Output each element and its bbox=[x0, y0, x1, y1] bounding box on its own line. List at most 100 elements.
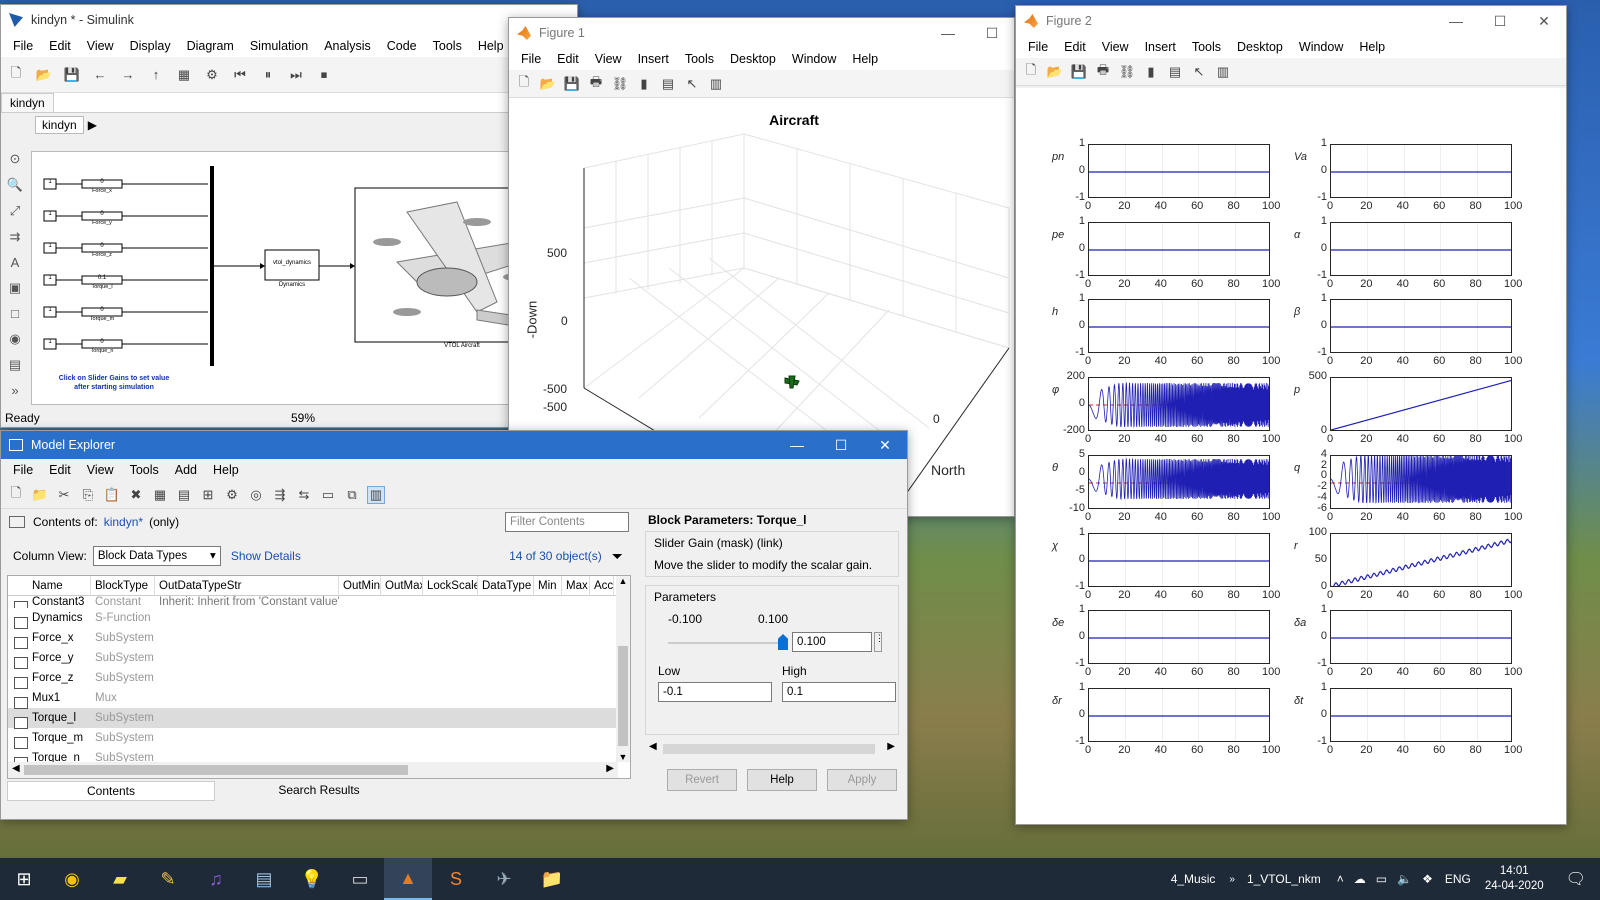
chevron-icon[interactable]: » bbox=[1229, 874, 1235, 885]
maximize-button[interactable]: ☐ bbox=[819, 431, 863, 460]
table-row[interactable]: Torque_l SubSystem bbox=[8, 708, 630, 729]
image-icon[interactable]: ▣ bbox=[9, 280, 21, 296]
dialog-hscroll-thumb[interactable] bbox=[663, 744, 875, 754]
menu-file[interactable]: File bbox=[5, 463, 41, 477]
menu-insert[interactable]: Insert bbox=[1137, 40, 1184, 54]
dropbox-icon[interactable]: ❖ bbox=[1422, 872, 1433, 886]
scroll-left-icon[interactable]: ◀ bbox=[649, 741, 657, 752]
col-max[interactable]: Max bbox=[562, 576, 590, 596]
subplot-axes[interactable] bbox=[1088, 144, 1270, 198]
close-button[interactable]: ✕ bbox=[1522, 6, 1566, 36]
open-icon[interactable]: 📂 bbox=[35, 66, 53, 84]
open-folder-icon[interactable]: 📁 bbox=[31, 486, 49, 504]
slider-gain-value[interactable]: 0 bbox=[82, 243, 122, 249]
tab-contents[interactable]: Contents bbox=[7, 781, 215, 801]
menu-diagram[interactable]: Diagram bbox=[179, 39, 242, 53]
filter-funnel-icon[interactable]: ⏷ bbox=[612, 548, 623, 565]
open-icon[interactable]: 📂 bbox=[1046, 63, 1064, 81]
language-indicator[interactable]: ENG bbox=[1445, 872, 1471, 886]
stop-icon[interactable]: ⏹ bbox=[315, 66, 333, 84]
pointer-icon[interactable]: ↖ bbox=[683, 75, 701, 93]
paste-icon[interactable]: 📋 bbox=[103, 486, 121, 504]
step-back-icon[interactable]: ⏮ bbox=[231, 66, 249, 84]
new-model-icon[interactable]: 🗋 bbox=[7, 65, 25, 84]
table-row[interactable]: Torque_m SubSystem bbox=[8, 728, 630, 749]
filter-contents-input[interactable]: Filter Contents bbox=[505, 512, 629, 532]
volume-icon[interactable]: 🔈 bbox=[1397, 872, 1412, 886]
scroll-left-icon[interactable]: ◀ bbox=[12, 763, 20, 774]
subplot-axes[interactable] bbox=[1088, 610, 1270, 665]
col-datatype[interactable]: DataType bbox=[478, 576, 534, 596]
notifications-icon[interactable]: 🗨 bbox=[1566, 869, 1586, 889]
menu-code[interactable]: Code bbox=[379, 39, 425, 53]
menu-help[interactable]: Help bbox=[205, 463, 247, 477]
menu-edit[interactable]: Edit bbox=[1056, 40, 1094, 54]
up-icon[interactable]: ↑ bbox=[147, 66, 165, 84]
col-outmin[interactable]: OutMin bbox=[339, 576, 381, 596]
subplot-axes[interactable] bbox=[1330, 532, 1512, 587]
table-row[interactable]: Force_z SubSystem bbox=[8, 668, 630, 689]
menu-help[interactable]: Help bbox=[1351, 40, 1393, 54]
breadcrumb[interactable]: kindyn bbox=[35, 116, 84, 134]
settings-gear-icon[interactable]: ⚙ bbox=[203, 66, 221, 84]
slider-gain-value[interactable]: 0 bbox=[82, 179, 122, 185]
legend-icon[interactable]: ▤ bbox=[1166, 63, 1184, 81]
scroll-right-icon[interactable]: ▶ bbox=[887, 741, 895, 752]
property-editor-icon[interactable]: ▥ bbox=[1214, 63, 1232, 81]
menu-window[interactable]: Window bbox=[1291, 40, 1351, 54]
show-details-link[interactable]: Show Details bbox=[231, 549, 509, 563]
menu-simulation[interactable]: Simulation bbox=[242, 39, 316, 53]
open-icon[interactable]: 📂 bbox=[539, 75, 557, 93]
grid-icon[interactable]: ▦ bbox=[151, 486, 169, 504]
col-acc[interactable]: Acc bbox=[590, 576, 614, 596]
group-icon[interactable]: ▤ bbox=[175, 486, 193, 504]
zoom-icon[interactable]: 🔍 bbox=[7, 177, 23, 193]
print-icon[interactable]: 🖶 bbox=[587, 74, 605, 93]
network-icon[interactable]: ▭ bbox=[1376, 872, 1387, 886]
target-icon[interactable]: ◎ bbox=[247, 486, 265, 504]
scroll-right-icon[interactable]: ▶ bbox=[606, 763, 614, 774]
menu-help[interactable]: Help bbox=[470, 39, 512, 53]
model-tab[interactable]: kindyn bbox=[1, 93, 54, 112]
slider-gain-value[interactable]: 0 bbox=[82, 211, 122, 217]
menu-tools[interactable]: Tools bbox=[677, 52, 722, 66]
dialog-view-icon[interactable]: ▥ bbox=[367, 485, 385, 504]
menu-view[interactable]: View bbox=[587, 52, 630, 66]
bus-icon[interactable]: ⇆ bbox=[295, 486, 313, 504]
area-icon[interactable]: □ bbox=[11, 306, 19, 321]
save-icon[interactable]: 💾 bbox=[1070, 63, 1088, 81]
copy-objects-icon[interactable]: ⧉ bbox=[343, 486, 361, 504]
tray-up-icon[interactable]: ˄ bbox=[1337, 872, 1344, 886]
horizontal-scrollbar[interactable]: ◀ ▶ bbox=[8, 762, 618, 778]
scroll-down-icon[interactable]: ▼ bbox=[616, 752, 630, 762]
arrow-icon[interactable]: ⇉ bbox=[10, 229, 21, 245]
onedrive-icon[interactable]: ☁ bbox=[1354, 872, 1366, 886]
col-outmax[interactable]: OutMax bbox=[381, 576, 423, 596]
low-input[interactable]: -0.1 bbox=[658, 682, 772, 702]
music-app-icon[interactable]: ♫ bbox=[192, 858, 240, 900]
slider-options-icon[interactable]: ⋮ bbox=[874, 632, 884, 652]
taskbar-label-vtol[interactable]: 1_VTOL_nkm bbox=[1247, 872, 1321, 886]
subplot-axes[interactable] bbox=[1088, 687, 1270, 742]
chrome-icon[interactable]: ◉ bbox=[48, 858, 96, 900]
sublime-icon[interactable]: S bbox=[432, 858, 480, 900]
hscroll-thumb[interactable] bbox=[24, 765, 408, 775]
scroll-thumb[interactable] bbox=[618, 646, 628, 746]
file-explorer-icon[interactable]: 📁 bbox=[528, 858, 576, 900]
menu-help[interactable]: Help bbox=[844, 52, 886, 66]
fit-view-icon[interactable]: ⤢ bbox=[10, 203, 20, 219]
menu-tools[interactable]: Tools bbox=[122, 463, 167, 477]
new-figure-icon[interactable]: 🗋 bbox=[1022, 62, 1040, 81]
clock[interactable]: 14:01 24-04-2020 bbox=[1485, 864, 1544, 894]
maximize-button[interactable]: ☐ bbox=[970, 18, 1014, 48]
start-windows-icon[interactable]: ⊞ bbox=[0, 858, 48, 900]
colorbar-icon[interactable]: ▮ bbox=[1142, 63, 1160, 81]
menu-view[interactable]: View bbox=[1094, 40, 1137, 54]
col-lockscale[interactable]: LockScale bbox=[423, 576, 478, 596]
high-input[interactable]: 0.1 bbox=[782, 682, 896, 702]
signal-icon[interactable]: ⇶ bbox=[271, 486, 289, 504]
data-icon[interactable]: ▭ bbox=[319, 486, 337, 504]
annotation-icon[interactable]: A bbox=[11, 255, 20, 270]
pause-icon[interactable]: ⏸ bbox=[259, 66, 277, 84]
new-figure-icon[interactable]: 🗋 bbox=[515, 74, 533, 93]
